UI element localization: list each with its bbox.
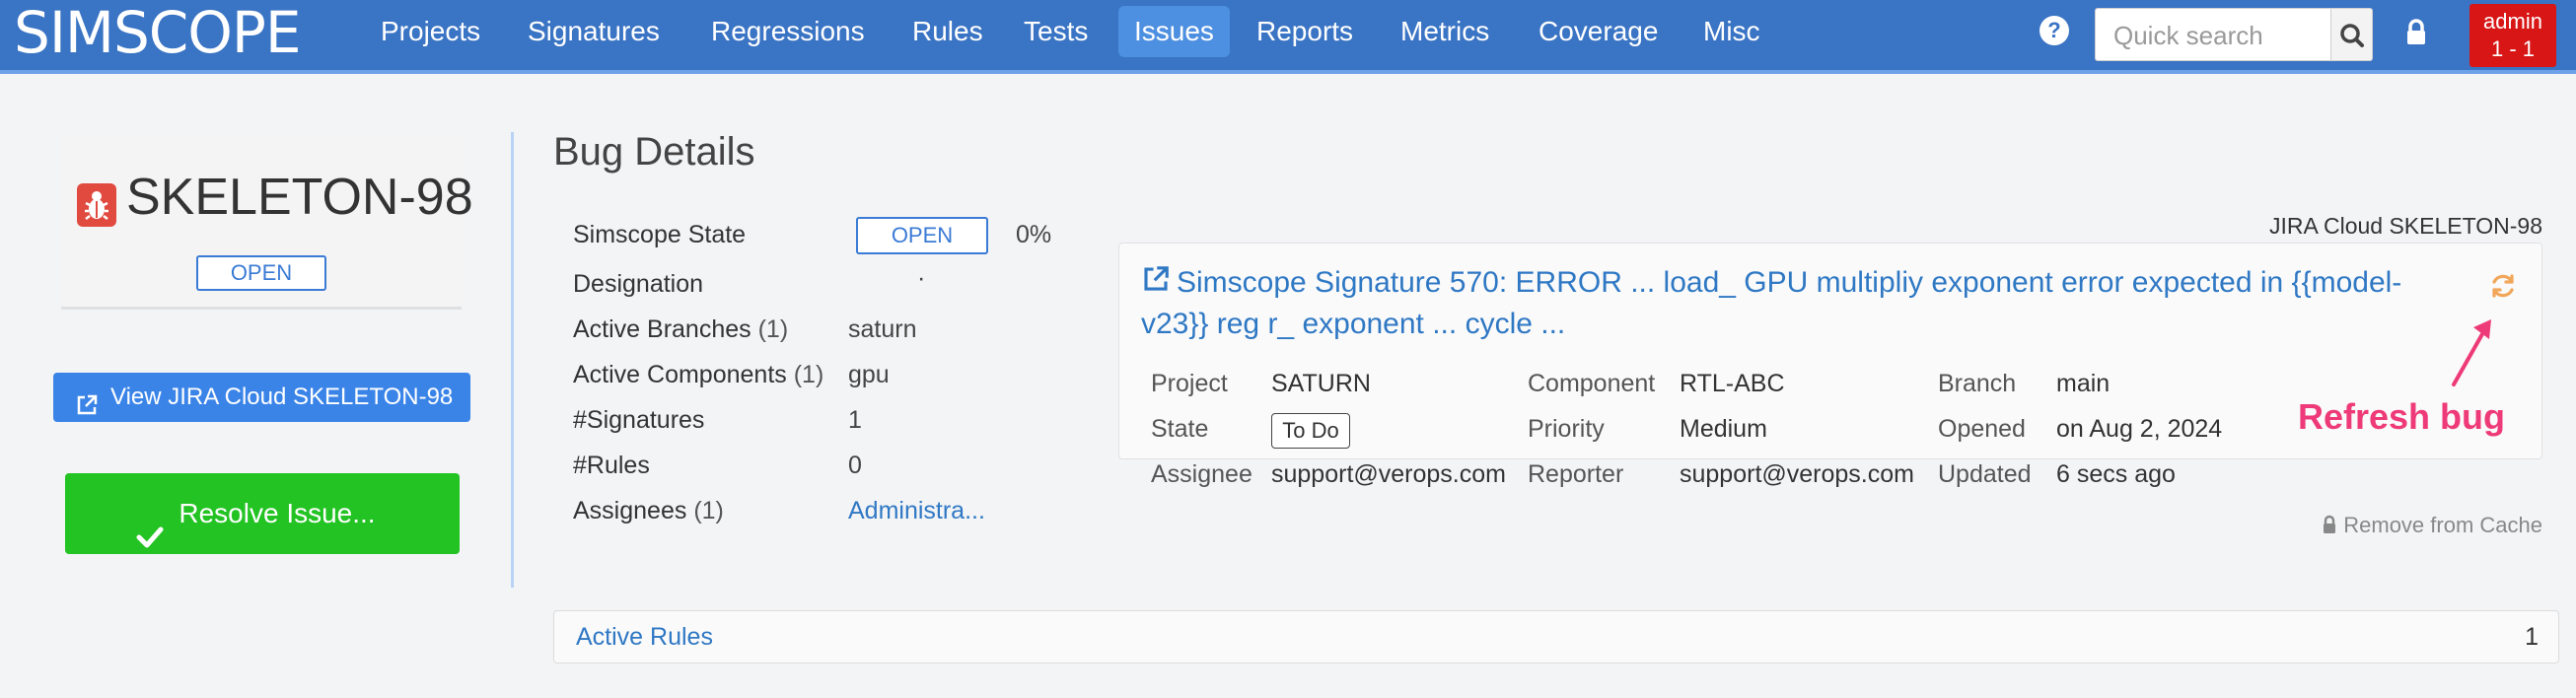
quick-search-input[interactable]: Quick search xyxy=(2095,8,2331,61)
priority-value: Medium xyxy=(1680,415,1767,443)
signatures-label: #Signatures xyxy=(573,406,705,434)
user-badge[interactable]: admin 1 - 1 xyxy=(2469,4,2556,67)
nav-regressions[interactable]: Regressions xyxy=(695,6,881,57)
reporter-value: support@verops.com xyxy=(1680,460,1914,488)
nav-tests[interactable]: Tests xyxy=(1008,6,1104,57)
active-branches-label: Active Branches (1) xyxy=(573,315,788,344)
assignee-label: Assignee xyxy=(1151,460,1252,488)
designation-value: · xyxy=(917,264,926,292)
external-link-icon xyxy=(1141,264,1171,305)
nav-signatures[interactable]: Signatures xyxy=(512,6,676,57)
nav-reports[interactable]: Reports xyxy=(1241,6,1369,57)
nav-coverage[interactable]: Coverage xyxy=(1523,6,1674,57)
branch-label: Branch xyxy=(1938,370,2017,397)
updated-value: 6 secs ago xyxy=(2056,460,2176,488)
designation-label: Designation xyxy=(573,270,704,298)
active-components-label: Active Components (1) xyxy=(573,361,823,389)
project-label: Project xyxy=(1151,370,1228,397)
remove-from-cache-link[interactable]: Remove from Cache xyxy=(2322,513,2542,538)
resolve-issue-button[interactable]: Resolve Issue... xyxy=(65,473,460,554)
simscope-state-label: Simscope State xyxy=(573,221,747,248)
active-components-value: gpu xyxy=(848,361,890,388)
jira-issue-title-link[interactable]: Simscope Signature 570: ERROR ... load_ … xyxy=(1141,263,2443,344)
jira-card-header: JIRA Cloud SKELETON-98 xyxy=(2269,213,2542,239)
lock-icon xyxy=(2324,515,2336,533)
nav-issues[interactable]: Issues xyxy=(1118,6,1230,57)
nav-misc[interactable]: Misc xyxy=(1687,6,1776,57)
simscope-state-badge: OPEN xyxy=(856,217,988,254)
jira-state-badge: To Do xyxy=(1271,413,1350,449)
progress-percent: 0% xyxy=(1016,221,1052,248)
component-label: Component xyxy=(1528,370,1656,397)
active-components-count: (1) xyxy=(793,361,824,388)
external-link-icon xyxy=(75,385,99,435)
vertical-divider xyxy=(511,132,514,588)
annotation-arrow-icon xyxy=(2444,314,2503,397)
bug-details-heading: Bug Details xyxy=(553,130,755,174)
assignees-count: (1) xyxy=(693,497,724,524)
assignees-label: Assignees (1) xyxy=(573,497,724,525)
assignees-link[interactable]: Administra... xyxy=(848,497,985,525)
active-rules-panel[interactable]: Active Rules 1 xyxy=(553,610,2559,663)
view-jira-label: View JIRA Cloud SKELETON-98 xyxy=(110,384,454,410)
nav-metrics[interactable]: Metrics xyxy=(1385,6,1505,57)
nav-projects[interactable]: Projects xyxy=(365,6,496,57)
opened-label: Opened xyxy=(1938,415,2026,443)
check-icon xyxy=(136,501,164,582)
top-navbar: SIMSCOPE Projects Signatures Regressions… xyxy=(0,0,2576,74)
resolve-issue-label: Resolve Issue... xyxy=(179,498,376,528)
active-rules-count: 1 xyxy=(2525,623,2539,651)
status-badge: OPEN xyxy=(196,255,326,291)
brand-logo[interactable]: SIMSCOPE xyxy=(14,0,302,69)
assignees-label-text: Assignees xyxy=(573,497,687,524)
active-branches-value: saturn xyxy=(848,315,917,343)
assignee-value: support@verops.com xyxy=(1271,460,1506,488)
rules-label: #Rules xyxy=(573,452,650,479)
branch-value: main xyxy=(2056,370,2111,397)
lock-icon[interactable] xyxy=(2404,18,2428,52)
bug-icon xyxy=(77,183,116,227)
project-value: SATURN xyxy=(1271,370,1371,397)
updated-label: Updated xyxy=(1938,460,2032,488)
remove-from-cache-label: Remove from Cache xyxy=(2343,513,2542,537)
active-branches-label-text: Active Branches xyxy=(573,315,751,343)
view-jira-button[interactable]: View JIRA Cloud SKELETON-98 xyxy=(53,373,470,422)
rules-value: 0 xyxy=(848,452,862,479)
opened-value: on Aug 2, 2024 xyxy=(2056,415,2223,443)
reporter-label: Reporter xyxy=(1528,460,1624,488)
jira-issue-title: Simscope Signature 570: ERROR ... load_ … xyxy=(1141,266,2402,340)
active-components-label-text: Active Components xyxy=(573,361,787,388)
search-button[interactable] xyxy=(2331,8,2373,61)
refresh-bug-annotation: Refresh bug xyxy=(2298,396,2506,437)
bug-summary-card: SKELETON-98 OPEN xyxy=(61,134,473,310)
bug-id-title: SKELETON-98 xyxy=(126,169,473,226)
nav-rules[interactable]: Rules xyxy=(896,6,999,57)
question-circle-icon[interactable]: ? xyxy=(2039,16,2069,45)
signatures-value: 1 xyxy=(848,406,862,434)
priority-label: Priority xyxy=(1528,415,1605,443)
component-value: RTL-ABC xyxy=(1680,370,1785,397)
refresh-icon[interactable] xyxy=(2488,271,2518,306)
state-label: State xyxy=(1151,415,1209,443)
active-rules-label[interactable]: Active Rules xyxy=(576,623,713,652)
user-counts: 1 - 1 xyxy=(2490,36,2536,61)
search-icon xyxy=(2340,24,2364,47)
active-branches-count: (1) xyxy=(757,315,789,343)
user-name: admin xyxy=(2483,9,2542,34)
